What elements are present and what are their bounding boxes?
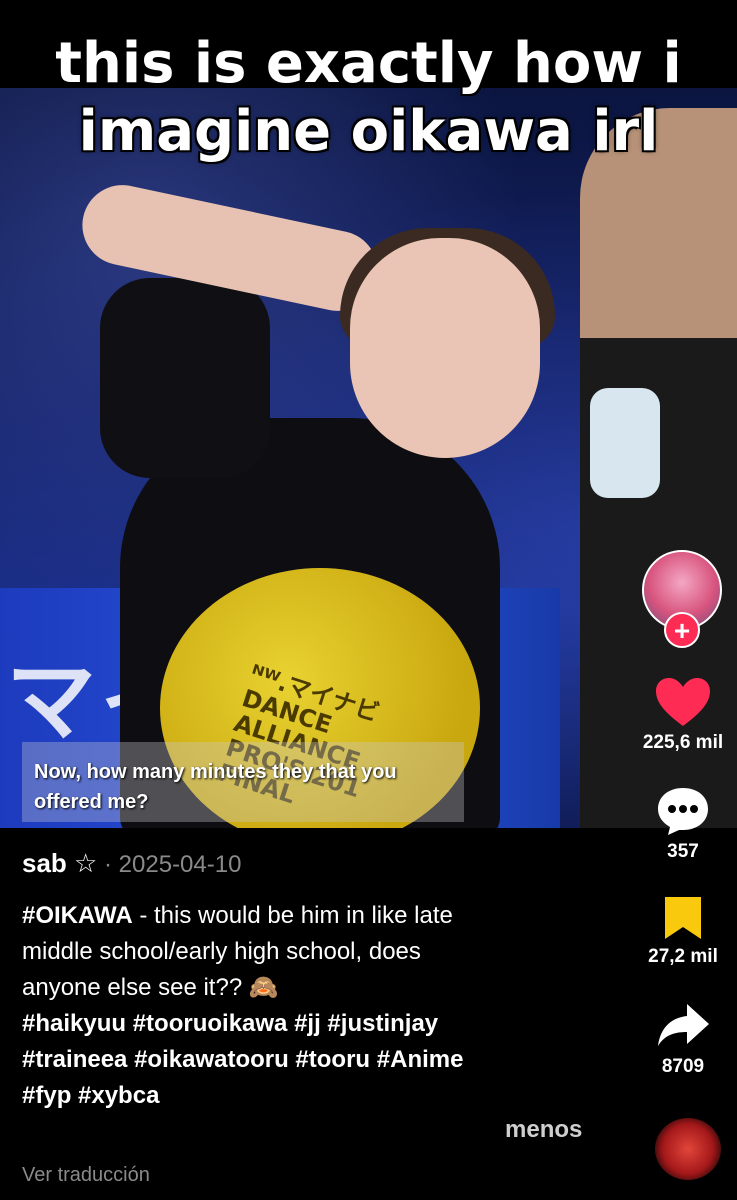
author-name[interactable]: sab ☆	[22, 848, 97, 878]
like-button[interactable]: 225,6 mil	[633, 676, 733, 754]
video-post-screen: マイ ᴺᵂ.マイナビ DANCE ALLIANCE PRO'S 201 FINA…	[0, 0, 737, 1200]
collapse-description-button[interactable]: menos	[505, 1116, 582, 1144]
overlay-caption-line-1: this is exactly how i	[55, 31, 682, 96]
video-player[interactable]: マイ ᴺᵂ.マイナビ DANCE ALLIANCE PRO'S 201 FINA…	[0, 88, 737, 828]
follow-button[interactable]: +	[664, 612, 700, 648]
post-description: #OIKAWA - this would be him in like late…	[22, 898, 582, 1114]
save-count: 27,2 mil	[648, 946, 718, 967]
video-overlay-caption: this is exactly how i imagine oikawa irl	[0, 30, 737, 166]
comment-icon	[658, 788, 708, 835]
hashtag-lead[interactable]: #OIKAWA	[22, 902, 133, 929]
hashtag-list[interactable]: #haikyuu #tooruoikawa #jj #justinjay #tr…	[22, 1010, 463, 1109]
comment-button[interactable]: 357	[633, 785, 733, 863]
share-icon	[658, 1004, 709, 1046]
dancer-sleeve	[100, 278, 270, 478]
heart-icon	[656, 678, 710, 726]
dancer-face	[350, 238, 540, 458]
author-line: sab ☆ · 2025-04-10	[22, 848, 241, 879]
date-separator: ·	[97, 851, 119, 878]
save-button[interactable]: 27,2 mil	[633, 894, 733, 968]
video-subtitle: Now, how many minutes they that you offe…	[34, 761, 397, 813]
microphone	[590, 388, 660, 498]
overlay-caption-line-2: imagine oikawa irl	[78, 99, 659, 164]
sound-disc-icon[interactable]	[655, 1118, 721, 1180]
post-date: 2025-04-10	[118, 851, 242, 878]
share-button[interactable]: 8709	[633, 1000, 733, 1078]
comment-count: 357	[667, 841, 699, 862]
bookmark-icon	[665, 897, 701, 939]
share-count: 8709	[661, 1056, 705, 1077]
like-count: 225,6 mil	[642, 732, 724, 753]
see-translation-link[interactable]: Ver traducción	[22, 1164, 150, 1187]
